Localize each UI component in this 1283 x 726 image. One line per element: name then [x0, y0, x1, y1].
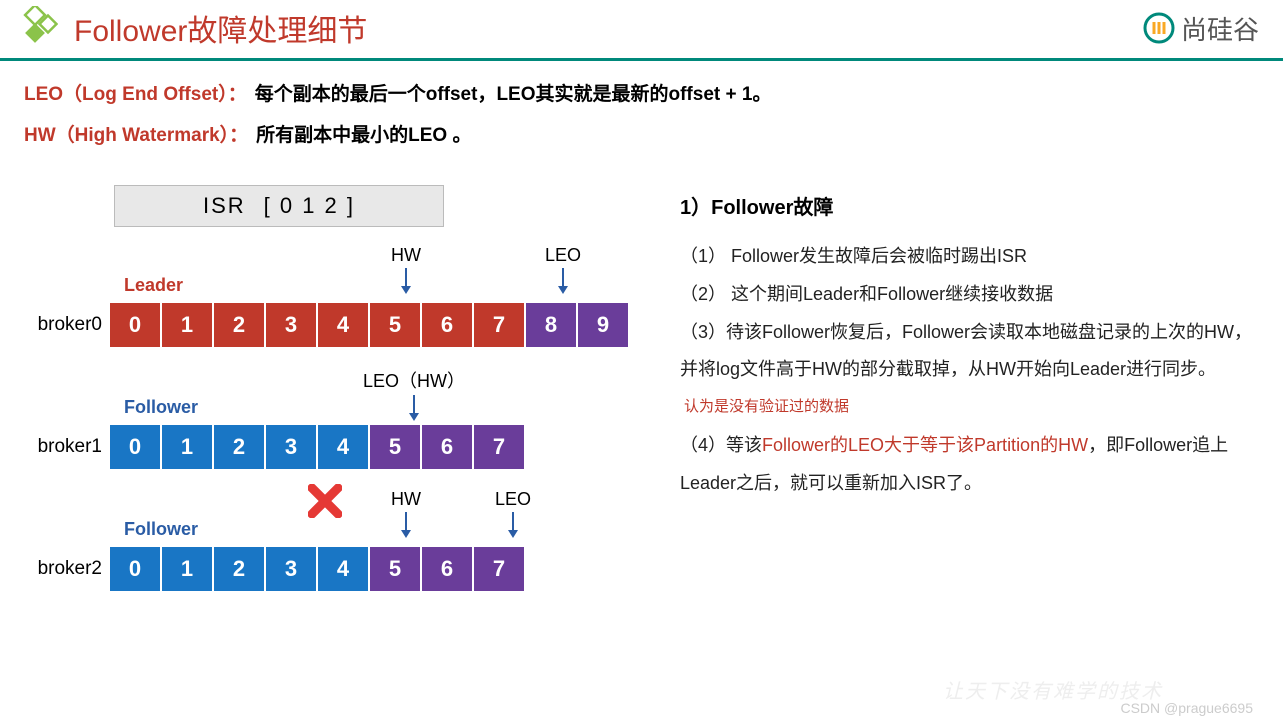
- leader-label: Leader: [124, 275, 183, 296]
- hw-marker: HW: [391, 489, 421, 538]
- cell: 7: [474, 425, 524, 469]
- cell: 0: [110, 547, 160, 591]
- cell: 6: [422, 425, 472, 469]
- cell: 6: [422, 547, 472, 591]
- explain-p3: （3）待该Follower恢复后，Follower会读取本地磁盘记录的上次的HW…: [680, 314, 1259, 427]
- follower-label: Follower: [124, 397, 198, 418]
- leo-marker: LEO: [495, 489, 531, 538]
- red-annotation: 认为是没有验证过的数据: [684, 391, 849, 423]
- broker1-group: Follower LEO（HW） broker1 0 1 2 3 4 5 6 7: [24, 367, 644, 469]
- main-content: ISR [ 0 1 2 ] Leader HW LEO broker0: [0, 169, 1283, 611]
- cell: 3: [266, 303, 316, 347]
- arrow-down-icon: [555, 268, 571, 294]
- cell: 0: [110, 303, 160, 347]
- cell: 7: [474, 547, 524, 591]
- brand-text: 尚硅谷: [1181, 10, 1259, 47]
- cell: 2: [214, 425, 264, 469]
- header: Follower故障处理细节 尚硅谷: [0, 0, 1283, 61]
- explain-p1: （1） Follower发生故障后会被临时踢出ISR: [680, 238, 1259, 276]
- cell: 7: [474, 303, 524, 347]
- cell: 1: [162, 303, 212, 347]
- cell: 3: [266, 425, 316, 469]
- arrow-down-icon: [406, 395, 422, 421]
- broker1-cells: 0 1 2 3 4 5 6 7: [110, 425, 524, 469]
- broker2-group: Follower HW LEO broker2 0 1 2: [24, 489, 644, 591]
- def-hw: HW（High Watermark）： 所有副本中最小的LEO 。: [24, 120, 1259, 147]
- broker0-cells: 0 1 2 3 4 5 6 7 8 9: [110, 303, 628, 347]
- cell: 8: [526, 303, 576, 347]
- leo-hw-marker: LEO（HW）: [363, 367, 465, 421]
- broker0-row: broker0 0 1 2 3 4 5 6 7 8 9: [24, 303, 644, 347]
- def-hw-desc: 所有副本中最小的LEO 。: [256, 120, 471, 147]
- def-leo-desc: 每个副本的最后一个offset，LEO其实就是最新的offset + 1。: [255, 79, 772, 106]
- explain-p2: （2） 这个期间Leader和Follower继续接收数据: [680, 276, 1259, 314]
- cell: 1: [162, 425, 212, 469]
- cell: 2: [214, 547, 264, 591]
- def-leo: LEO（Log End Offset）： 每个副本的最后一个offset，LEO…: [24, 79, 1259, 106]
- explain-heading: 1）Follower故障: [680, 191, 1259, 220]
- page-title: Follower故障处理细节: [74, 6, 1143, 50]
- cell: 2: [214, 303, 264, 347]
- cell: 3: [266, 547, 316, 591]
- broker0-label: broker0: [24, 314, 110, 336]
- follower-label: Follower: [124, 519, 198, 540]
- broker1-label: broker1: [24, 436, 110, 458]
- arrow-down-icon: [505, 512, 521, 538]
- isr-box: ISR [ 0 1 2 ]: [114, 185, 444, 227]
- broker2-row: broker2 0 1 2 3 4 5 6 7: [24, 547, 644, 591]
- cell: 4: [318, 303, 368, 347]
- cell: 5: [370, 425, 420, 469]
- arrow-down-icon: [398, 512, 414, 538]
- hw-marker: HW: [391, 245, 421, 294]
- watermark-csdn: CSDN @prague6695: [1120, 700, 1253, 716]
- brand-icon: [1143, 12, 1175, 44]
- cell: 9: [578, 303, 628, 347]
- cell: 4: [318, 547, 368, 591]
- explain-p4: （4）等该Follower的LEO大于等于该Partition的HW，即Foll…: [680, 427, 1259, 503]
- arrow-down-icon: [398, 268, 414, 294]
- def-hw-term: HW（High Watermark）：: [24, 120, 248, 147]
- explanation: 1）Follower故障 （1） Follower发生故障后会被临时踢出ISR …: [680, 185, 1259, 611]
- inline-red: Follower的LEO大于等于该Partition的HW: [762, 435, 1088, 455]
- diagram-area: ISR [ 0 1 2 ] Leader HW LEO broker0: [24, 185, 644, 611]
- cell: 0: [110, 425, 160, 469]
- def-leo-term: LEO（Log End Offset）：: [24, 79, 247, 106]
- broker1-row: broker1 0 1 2 3 4 5 6 7: [24, 425, 644, 469]
- definitions: LEO（Log End Offset）： 每个副本的最后一个offset，LEO…: [0, 61, 1283, 169]
- isr-label: ISR: [203, 193, 246, 219]
- broker2-label: broker2: [24, 558, 110, 580]
- cell: 5: [370, 303, 420, 347]
- logo-left-icon: [14, 6, 58, 50]
- cell: 1: [162, 547, 212, 591]
- broker2-cells: 0 1 2 3 4 5 6 7: [110, 547, 524, 591]
- cell: 6: [422, 303, 472, 347]
- isr-content: [ 0 1 2 ]: [264, 193, 355, 219]
- cell: 4: [318, 425, 368, 469]
- logo-right: 尚硅谷: [1143, 10, 1259, 47]
- broker0-group: Leader HW LEO broker0 0 1 2 3 4: [24, 245, 644, 347]
- leo-marker: LEO: [545, 245, 581, 294]
- cross-icon: [308, 484, 342, 518]
- cell: 5: [370, 547, 420, 591]
